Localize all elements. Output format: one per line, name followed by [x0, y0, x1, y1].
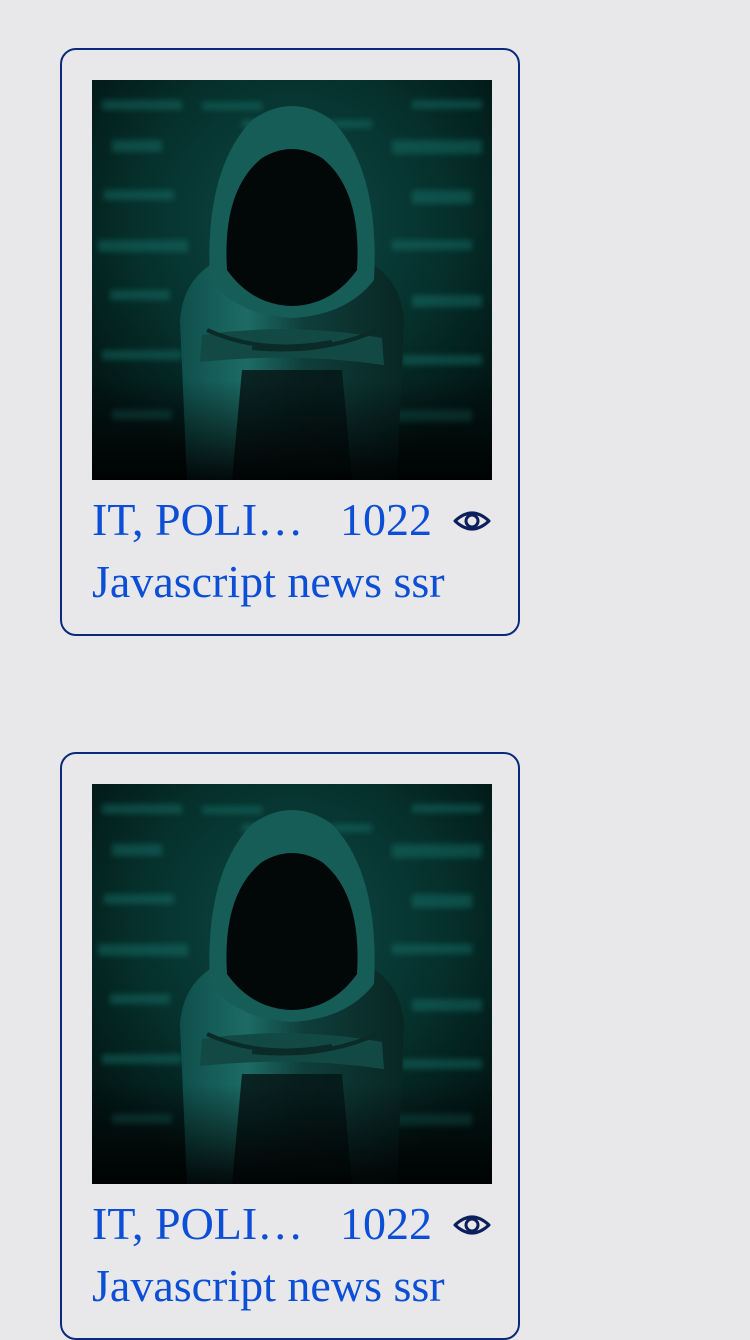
article-title[interactable]: Javascript news ssr	[92, 552, 492, 612]
hooded-hacker-image	[92, 784, 492, 1184]
article-title[interactable]: Javascript news ssr	[92, 1256, 492, 1316]
eye-icon	[453, 1215, 491, 1235]
article-card[interactable]: IT, POLITICS 1022 Javascript news ssr	[60, 48, 520, 636]
hooded-hacker-image	[92, 80, 492, 480]
article-thumbnail[interactable]	[92, 80, 492, 480]
view-count: 1022	[340, 1198, 432, 1249]
article-card[interactable]: IT, POLITICS 1022 Javascript news ssr	[60, 752, 520, 1340]
article-meta: IT, POLITICS 1022	[92, 1194, 492, 1254]
article-meta: IT, POLITICS 1022	[92, 490, 492, 550]
article-category[interactable]: IT, POLITICS	[92, 1194, 314, 1254]
article-thumbnail[interactable]	[92, 784, 492, 1184]
eye-icon	[453, 511, 491, 531]
view-count: 1022	[340, 494, 432, 545]
article-category[interactable]: IT, POLITICS	[92, 490, 314, 550]
